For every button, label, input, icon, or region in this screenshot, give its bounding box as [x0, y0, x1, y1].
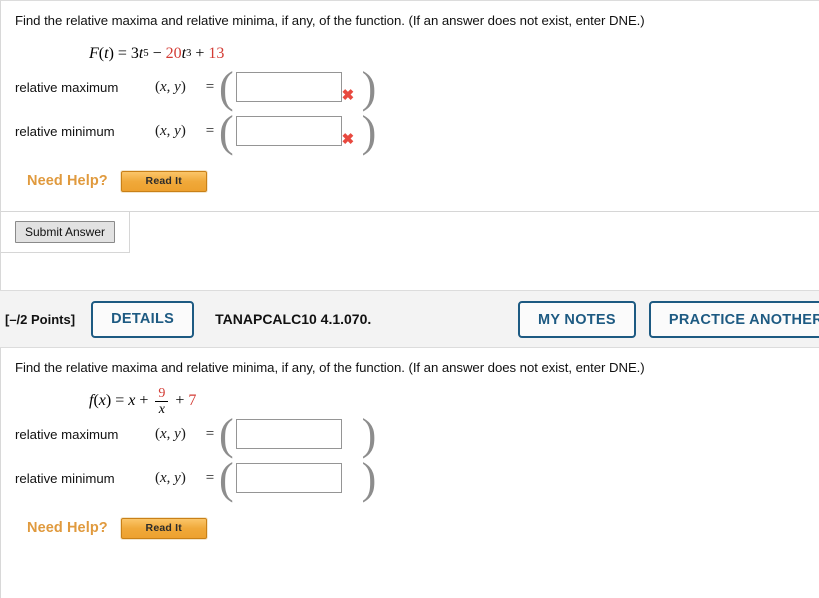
formula-constant: 7	[188, 392, 197, 409]
answer-label: relative minimum	[15, 123, 115, 139]
need-help-label: Need Help?	[27, 520, 108, 536]
problem-prompt-1: Find the relative maxima and relative mi…	[15, 13, 645, 28]
ordered-pair-label: (x, y)	[155, 122, 186, 139]
assignment-page: Find the relative maxima and relative mi…	[0, 0, 819, 598]
formula-operator-1: −	[152, 45, 162, 62]
formula-equals: =	[117, 45, 127, 62]
my-notes-button[interactable]: MY NOTES	[518, 301, 636, 338]
relative-maximum-input-1[interactable]	[235, 72, 342, 102]
problem-block-2: Find the relative maxima and relative mi…	[0, 348, 819, 598]
answer-equals: =	[205, 78, 215, 95]
points-header-bar: [–/2 Points] DETAILS TANAPCALC10 4.1.070…	[0, 290, 819, 348]
points-label: [–/2 Points]	[5, 311, 76, 327]
assignment-code: TANAPCALC10 4.1.070.	[215, 311, 372, 327]
points-bar-actions: MY NOTES PRACTICE ANOTHER	[518, 301, 819, 338]
answer-row-relative-maximum-2: relative maximum (x, y) = ( )	[15, 410, 377, 459]
read-it-button[interactable]: Read It	[120, 517, 207, 539]
formula-equals: =	[115, 392, 125, 409]
problem-prompt-2: Find the relative maxima and relative mi…	[15, 360, 645, 375]
relative-minimum-input-1[interactable]	[235, 116, 342, 146]
submit-answer-button[interactable]: Submit Answer	[14, 221, 116, 243]
answer-row-relative-maximum-1: relative maximum (x, y) = ( ✖ )	[15, 63, 377, 112]
formula-operator-2: +	[195, 45, 205, 62]
formula-function-variable: x	[98, 392, 106, 409]
answer-equals: =	[205, 122, 215, 139]
relative-minimum-input-2[interactable]	[235, 463, 342, 493]
submit-bar-1: Submit Answer	[1, 211, 819, 253]
formula-term1-variable: x	[128, 392, 136, 409]
details-button[interactable]: DETAILS	[91, 300, 195, 338]
fraction-denominator: x	[158, 402, 165, 417]
ordered-pair-label: (x, y)	[155, 469, 186, 486]
answer-label: relative maximum	[15, 426, 119, 442]
formula-term1-coefficient: 3	[130, 45, 139, 62]
answer-label: relative maximum	[15, 79, 119, 95]
relative-maximum-input-2[interactable]	[235, 419, 342, 449]
formula-operator-1: +	[139, 392, 149, 409]
function-formula-1: F (t) = 3t5 − 20 t 3 + 13	[89, 45, 225, 62]
need-help-section-2: Need Help? Read It	[1, 512, 819, 544]
formula-function-name: F	[89, 45, 99, 62]
submit-bar-filler	[130, 211, 819, 253]
answer-equals: =	[205, 469, 215, 486]
need-help-section-1: Need Help? Read It	[1, 165, 819, 197]
formula-term2-coefficient: 20	[165, 45, 182, 62]
answer-row-relative-minimum-2: relative minimum (x, y) = ( )	[15, 454, 377, 503]
submit-cell: Submit Answer	[1, 211, 130, 253]
practice-another-button[interactable]: PRACTICE ANOTHER	[648, 301, 819, 338]
ordered-pair-label: (x, y)	[155, 78, 186, 95]
problem-block-1: Find the relative maxima and relative mi…	[0, 0, 819, 290]
fraction-numerator: 9	[158, 386, 166, 401]
answer-row-relative-minimum-1: relative minimum (x, y) = ( ✖ )	[15, 107, 377, 156]
answer-label: relative minimum	[15, 470, 115, 486]
function-formula-2: f (x) = x + 9 x + 7	[89, 386, 197, 417]
formula-operator-2: +	[175, 392, 185, 409]
formula-constant: 13	[208, 45, 225, 62]
answer-equals: =	[205, 425, 215, 442]
read-it-button[interactable]: Read It	[120, 170, 207, 192]
incorrect-mark-icon: ✖	[341, 87, 355, 104]
incorrect-mark-icon: ✖	[341, 131, 355, 148]
need-help-label: Need Help?	[27, 173, 108, 189]
formula-fraction: 9 x	[155, 386, 169, 417]
ordered-pair-label: (x, y)	[155, 425, 186, 442]
